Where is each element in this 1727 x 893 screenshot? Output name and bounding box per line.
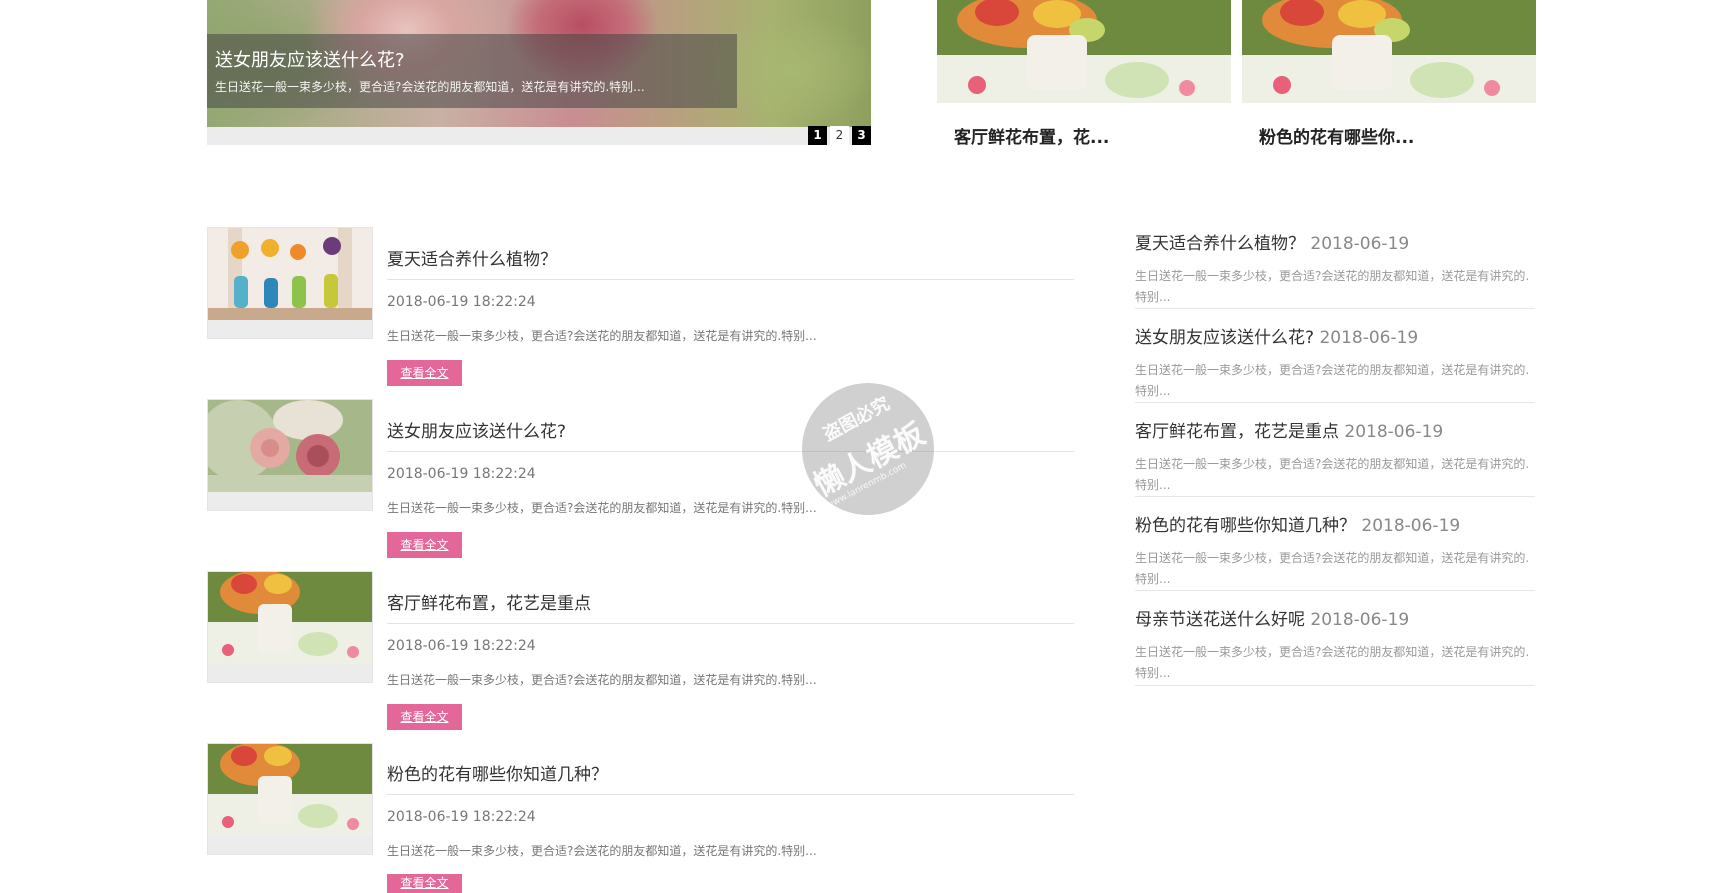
vases-image [208, 228, 372, 320]
article-title-4[interactable]: 粉色的花有哪些你知道几种？ [387, 760, 608, 785]
sidebar-item-date: 2018-06-19 [1319, 328, 1419, 348]
sidebar-item-date: 2018-06-19 [1310, 610, 1410, 630]
hero-slider[interactable]: 送女朋友应该送什么花? 生日送花一般一束多少枝，更合适?会送花的朋友都知道，送花… [207, 0, 871, 145]
sidebar-item-title[interactable]: 夏天适合养什么植物？ 2018-06-19 [1135, 229, 1530, 254]
featured-image-1[interactable] [937, 0, 1231, 103]
slider-page-1[interactable]: 1 [808, 126, 827, 145]
flower-pot-image [208, 572, 372, 664]
divider [387, 794, 1074, 795]
sidebar-item-desc: 生日送花一般一束多少枝，更合适?会送花的朋友都知道，送花是有讲究的.特别... [1135, 269, 1530, 304]
sidebar-item-1[interactable]: 夏天适合养什么植物？ 2018-06-19 生日送花一般一束多少枝，更合适?会送… [1135, 229, 1530, 308]
flower-pot-image [208, 744, 372, 836]
sidebar-item-date: 2018-06-19 [1344, 422, 1444, 442]
divider [387, 623, 1074, 624]
article-desc-4: 生日送花一般一束多少枝，更合适?会送花的朋友都知道，送花是有讲究的.特别... [387, 844, 817, 858]
read-more-button-4[interactable]: 查看全文 [387, 874, 462, 893]
article-thumbnail-1[interactable] [207, 227, 373, 339]
read-more-button-2[interactable]: 查看全文 [387, 532, 462, 558]
sidebar-item-3[interactable]: 客厅鲜花布置，花艺是重点 2018-06-19 生日送花一般一束多少枝，更合适?… [1135, 417, 1530, 496]
sidebar-item-4[interactable]: 粉色的花有哪些你知道几种？ 2018-06-19 生日送花一般一束多少枝，更合适… [1135, 511, 1530, 590]
sidebar-item-date: 2018-06-19 [1361, 516, 1461, 536]
slider-pagination: 1 2 3 [808, 126, 871, 145]
article-desc-2: 生日送花一般一束多少枝，更合适?会送花的朋友都知道，送花是有讲究的.特别... [387, 501, 817, 515]
featured-title-2[interactable]: 粉色的花有哪些你... [1259, 123, 1414, 148]
read-more-button-3[interactable]: 查看全文 [387, 704, 462, 730]
sidebar-item-desc: 生日送花一般一束多少枝，更合适?会送花的朋友都知道，送花是有讲究的.特别... [1135, 363, 1530, 398]
divider [1135, 590, 1535, 591]
flower-pot-image [1242, 0, 1536, 103]
sidebar-item-2[interactable]: 送女朋友应该送什么花? 2018-06-19 生日送花一般一束多少枝，更合适?会… [1135, 323, 1530, 402]
divider [1135, 685, 1535, 686]
article-date-3: 2018-06-19 18:22:24 [387, 638, 536, 654]
read-more-button-1[interactable]: 查看全文 [387, 360, 462, 386]
article-date-1: 2018-06-19 18:22:24 [387, 294, 536, 310]
article-thumbnail-3[interactable] [207, 571, 373, 683]
article-date-2: 2018-06-19 18:22:24 [387, 466, 536, 482]
slide-desc: 生日送花一般一束多少枝，更合适?会送花的朋友都知道，送花是有讲究的.特别... [215, 80, 645, 94]
sidebar-item-title[interactable]: 粉色的花有哪些你知道几种？ 2018-06-19 [1135, 511, 1530, 536]
slider-page-3[interactable]: 3 [852, 126, 871, 145]
slider-page-2[interactable]: 2 [830, 126, 849, 145]
article-title-1[interactable]: 夏天适合养什么植物？ [387, 245, 557, 270]
sidebar-item-desc: 生日送花一般一束多少枝，更合适?会送花的朋友都知道，送花是有讲究的.特别... [1135, 645, 1530, 680]
sidebar-item-title[interactable]: 送女朋友应该送什么花? 2018-06-19 [1135, 323, 1530, 348]
article-thumbnail-4[interactable] [207, 743, 373, 855]
article-thumbnail-2[interactable] [207, 399, 373, 511]
roses-image [208, 400, 372, 492]
sidebar-item-date: 2018-06-19 [1310, 234, 1410, 254]
article-date-4: 2018-06-19 18:22:24 [387, 809, 536, 825]
slide-caption: 送女朋友应该送什么花? 生日送花一般一束多少枝，更合适?会送花的朋友都知道，送花… [207, 34, 737, 108]
sidebar-item-desc: 生日送花一般一束多少枝，更合适?会送花的朋友都知道，送花是有讲究的.特别... [1135, 551, 1530, 586]
flower-pot-image [937, 0, 1231, 103]
sidebar-item-title[interactable]: 客厅鲜花布置，花艺是重点 2018-06-19 [1135, 417, 1530, 442]
divider [1135, 308, 1535, 309]
article-desc-1: 生日送花一般一束多少枝，更合适?会送花的朋友都知道，送花是有讲究的.特别... [387, 329, 817, 343]
sidebar-item-5[interactable]: 母亲节送花送什么好呢 2018-06-19 生日送花一般一束多少枝，更合适?会送… [1135, 605, 1530, 684]
divider [387, 279, 1074, 280]
article-title-3[interactable]: 客厅鲜花布置，花艺是重点 [387, 589, 591, 614]
slide-title[interactable]: 送女朋友应该送什么花? [215, 46, 405, 72]
divider [1135, 496, 1535, 497]
divider [1135, 402, 1535, 403]
article-title-2[interactable]: 送女朋友应该送什么花? [387, 417, 566, 442]
watermark-seal: 盗图必究 懒人模板 www.lanrenmb.com [802, 383, 934, 515]
divider [387, 451, 1074, 452]
featured-title-1[interactable]: 客厅鲜花布置，花... [954, 123, 1109, 148]
sidebar-item-title[interactable]: 母亲节送花送什么好呢 2018-06-19 [1135, 605, 1530, 630]
article-desc-3: 生日送花一般一束多少枝，更合适?会送花的朋友都知道，送花是有讲究的.特别... [387, 673, 817, 687]
sidebar-item-desc: 生日送花一般一束多少枝，更合适?会送花的朋友都知道，送花是有讲究的.特别... [1135, 457, 1530, 492]
featured-image-2[interactable] [1242, 0, 1536, 103]
